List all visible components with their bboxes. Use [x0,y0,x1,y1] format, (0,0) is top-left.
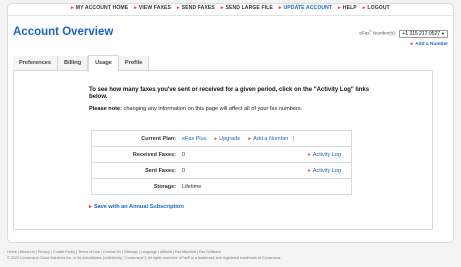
footer-copyright: © 2023 Consensus Cloud Solutions Inc. or… [7,256,282,260]
arrow-right-icon: ▸ [177,5,180,11]
received-activity-log-link[interactable]: ▸ Activity Log [308,152,341,158]
received-activity-log-label: Activity Log [312,151,341,158]
upgrade-label: Upgrade [219,135,241,142]
current-plan-label: Current Plan: [141,135,176,142]
fax-number-selector: eFax® Number(s): +1 315 217 0527▼ [359,29,448,38]
fax-number-label-prefix: eFax [359,30,370,36]
sent-faxes-count: 0 [182,167,186,174]
table-row-sent: Sent Faxes: 0 ▸ Activity Log [92,163,351,179]
nav-item-update-account[interactable]: ▸ UPDATE ACCOUNT [279,5,332,11]
storage-cell: Lifetime [182,184,351,190]
note-text: changing any information on this page wi… [121,106,303,112]
tab-preferences[interactable]: Preferences [13,56,59,71]
add-number-link[interactable]: ▸ Add a Number [411,42,448,47]
sent-activity-log-label: Activity Log [312,167,341,174]
nav-item-label: SEND LARGE FILE [225,5,273,11]
arrow-right-icon: ▸ [214,135,218,142]
arrow-right-icon: ▸ [308,151,311,158]
add-number-plan-label: Add a Number [253,135,289,142]
annual-subscription-link[interactable]: ▸ Save with an Annual Subscription [89,204,184,210]
usage-note: Please note: changing any information on… [89,106,389,113]
separator: | [292,135,295,142]
nav-item-logout[interactable]: ▸ LOGOUT [363,5,390,11]
chevron-down-icon: ▼ [441,30,445,36]
received-faxes-count: 0 [182,151,186,158]
current-plan-value: eFax Plus ▸ Upgrade ▸ Add a Number | [182,136,351,142]
usage-intro: To see how many faxes you've sent or rec… [89,87,370,100]
received-faxes-label: Received Faxes: [132,151,176,158]
add-number-plan-link[interactable]: ▸ Add a Number [248,136,288,142]
storage-label: Storage: [153,183,176,190]
note-label: Please note: [89,106,122,112]
arrow-right-icon: ▸ [308,167,311,174]
sent-faxes-cell: 0 ▸ Activity Log [182,168,351,174]
arrow-right-icon: ▸ [134,5,137,11]
nav-item-label: HELP [342,5,357,11]
nav-item-help[interactable]: ▸ HELP [338,5,357,11]
arrow-right-icon: ▸ [220,5,224,11]
tab-usage[interactable]: Usage [88,55,119,72]
storage-value: Lifetime [182,183,202,190]
nav-item-view-faxes[interactable]: ▸ VIEW FAXES [134,5,171,11]
nav-item-label: LOGOUT [367,5,390,11]
arrow-right-icon: ▸ [89,204,92,210]
top-navigation: ▸ MY ACCOUNT HOME ▸ VIEW FAXES ▸ SEND FAXES ▸ S… [0,5,461,11]
fax-number-label-suffix: Number(s): [371,30,397,36]
nav-item-send-large-file[interactable]: ▸ SEND LARGE FILE [221,5,273,11]
table-row-received: Received Faxes: 0 ▸ Activity Log [92,147,351,163]
arrow-right-icon: ▸ [278,5,282,11]
plan-name: eFax Plus [182,135,207,142]
tab-billing[interactable]: Billing [58,56,89,71]
nav-divider [6,15,455,16]
tab-profile[interactable]: Profile [118,56,150,71]
fax-number-dropdown[interactable]: +1 315 217 0527▼ [399,29,448,38]
arrow-right-icon: ▸ [338,5,341,11]
usage-table: Current Plan: eFax Plus ▸ Upgrade ▸ Add a … [91,130,352,195]
nav-item-label: MY ACCOUNT HOME [75,5,129,11]
footer-links[interactable]: Home | About Us | Privacy | Cookie Polic… [7,250,221,254]
sent-faxes-label: Sent Faxes: [145,167,176,174]
annual-subscription-label: Save with an Annual Subscription [93,204,184,210]
nav-item-label: SEND FAXES [181,5,215,11]
arrow-right-icon: ▸ [71,5,74,11]
received-faxes-cell: 0 ▸ Activity Log [182,152,351,158]
account-tabs: Preferences Billing Usage Profile [13,55,150,72]
fax-number-selected: +1 315 217 0527 [402,30,441,37]
nav-item-my-account-home[interactable]: ▸ MY ACCOUNT HOME [71,5,128,11]
nav-item-label: VIEW FAXES [138,5,171,11]
sent-activity-log-link[interactable]: ▸ Activity Log [308,168,341,174]
table-row-current-plan: Current Plan: eFax Plus ▸ Upgrade ▸ Add a … [92,131,351,147]
arrow-right-icon: ▸ [362,5,366,11]
table-row-storage: Storage: Lifetime [92,179,351,194]
arrow-right-icon: ▸ [410,42,414,47]
page-title: Account Overview [13,26,114,38]
arrow-right-icon: ▸ [248,135,252,142]
add-number-label: Add a Number [415,42,448,47]
nav-item-label: UPDATE ACCOUNT [283,5,333,11]
upgrade-link[interactable]: ▸ Upgrade [214,136,240,142]
nav-item-send-faxes[interactable]: ▸ SEND FAXES [177,5,215,11]
